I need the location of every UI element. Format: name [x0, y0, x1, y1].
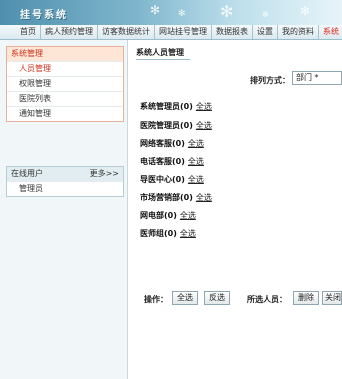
- more-link[interactable]: 更多>>: [90, 167, 119, 181]
- online-user-item[interactable]: 管理员: [7, 181, 123, 196]
- group-name: 市场营销部: [140, 193, 180, 202]
- sort-label: 排列方式：: [250, 76, 290, 85]
- panel-header: 在线用户 更多>>: [7, 167, 123, 181]
- group-row: 电话客服(0) 全选: [140, 156, 204, 167]
- panel-title: 系统管理: [7, 47, 123, 61]
- select-all-link[interactable]: 全选: [188, 175, 204, 184]
- sidebar: 系统管理 人员管理 权限管理 医院列表 通知管理 在线用户 更多>> 管理员: [0, 40, 128, 379]
- main-content: 系统人员管理 排列方式： 部门 * 系统管理员(0) 全选 医院管理员(0) 全选 …: [128, 40, 342, 379]
- snowflake-icon: ✻: [220, 2, 234, 21]
- group-count: (0): [172, 175, 185, 184]
- nav-system[interactable]: 系统: [319, 25, 342, 39]
- group-count: (0): [180, 121, 193, 130]
- group-row: 市场营销部(0) 全选: [140, 192, 212, 203]
- nav-reports[interactable]: 数据报表: [212, 25, 253, 39]
- app-header: 挂号系统 ✻ ✻ ✻ ✻ ✻: [0, 0, 342, 25]
- group-row: 导医中心(0) 全选: [140, 174, 204, 185]
- select-all-link[interactable]: 全选: [180, 229, 196, 238]
- nav-settings[interactable]: 设置: [253, 25, 278, 39]
- panel-title: 在线用户: [11, 169, 43, 178]
- snowflake-icon: ✻: [262, 10, 269, 19]
- close-button[interactable]: 关闭: [322, 291, 342, 305]
- group-row: 系统管理员(0) 全选: [140, 101, 212, 112]
- online-users-panel: 在线用户 更多>> 管理员: [6, 166, 124, 197]
- group-row: 医院管理员(0) 全选: [140, 120, 212, 131]
- group-row: 网电部(0) 全选: [140, 210, 196, 221]
- select-all-link[interactable]: 全选: [196, 102, 212, 111]
- sidebar-item-hospitals[interactable]: 医院列表: [7, 91, 123, 106]
- select-all-link[interactable]: 全选: [196, 121, 212, 130]
- invert-selection-button[interactable]: 反选: [204, 291, 230, 305]
- sidebar-item-permissions[interactable]: 权限管理: [7, 76, 123, 91]
- delete-button[interactable]: 删除: [293, 291, 319, 305]
- group-name: 系统管理员: [140, 102, 180, 111]
- group-name: 医院管理员: [140, 121, 180, 130]
- select-all-link[interactable]: 全选: [180, 211, 196, 220]
- group-row: 网络客服(0) 全选: [140, 138, 204, 149]
- group-count: (0): [180, 193, 193, 202]
- sidebar-item-notifications[interactable]: 通知管理: [7, 106, 123, 121]
- nav-visitor-stats[interactable]: 访客数据统计: [98, 25, 155, 39]
- group-count: (0): [164, 211, 177, 220]
- group-name: 导医中心: [140, 175, 172, 184]
- top-nav: 首页 病人预约管理 访客数据统计 网站挂号管理 数据报表 设置 我的资料 系统: [0, 25, 342, 40]
- system-management-panel: 系统管理 人员管理 权限管理 医院列表 通知管理: [6, 46, 124, 122]
- snowflake-icon: ✻: [178, 9, 186, 19]
- sidebar-item-staff[interactable]: 人员管理: [7, 61, 123, 76]
- nav-my-profile[interactable]: 我的资料: [278, 25, 319, 39]
- group-name: 电话客服: [140, 157, 172, 166]
- group-count: (0): [180, 102, 193, 111]
- nav-online-registration[interactable]: 网站挂号管理: [155, 25, 212, 39]
- app-title: 挂号系统: [20, 10, 68, 21]
- group-name: 网络客服: [140, 139, 172, 148]
- snowflake-icon: ✻: [300, 4, 311, 18]
- section-title: 系统人员管理: [136, 47, 190, 60]
- snowflake-icon: ✻: [150, 3, 161, 17]
- select-all-button[interactable]: 全选: [172, 291, 198, 305]
- select-all-link[interactable]: 全选: [188, 157, 204, 166]
- group-name: 医师组: [140, 229, 164, 238]
- select-all-link[interactable]: 全选: [196, 193, 212, 202]
- group-count: (0): [172, 139, 185, 148]
- group-name: 网电部: [140, 211, 164, 220]
- nav-patient-appointments[interactable]: 病人预约管理: [41, 25, 98, 39]
- select-all-link[interactable]: 全选: [188, 139, 204, 148]
- group-count: (0): [164, 229, 177, 238]
- operations-label: 操作：: [144, 295, 168, 304]
- selected-staff-label: 所选人员：: [247, 295, 287, 304]
- group-count: (0): [172, 157, 185, 166]
- group-row: 医师组(0) 全选: [140, 228, 196, 239]
- sort-select[interactable]: 部门 *: [292, 71, 342, 85]
- nav-home[interactable]: 首页: [0, 25, 41, 39]
